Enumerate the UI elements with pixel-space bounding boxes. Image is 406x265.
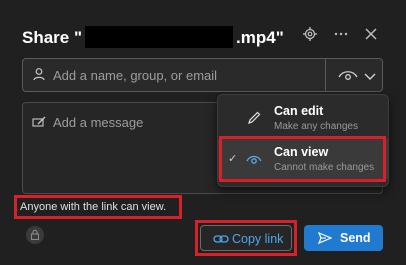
- link-settings-button[interactable]: [26, 226, 44, 244]
- send-button[interactable]: Send: [304, 225, 383, 251]
- title-prefix: Share ": [22, 28, 83, 47]
- menu-item-subtitle: Make any changes: [274, 121, 358, 132]
- redacted-filename: [85, 26, 234, 48]
- menu-item-can-edit[interactable]: Can edit Make any changes: [218, 98, 388, 138]
- message-placeholder: Add a message: [53, 115, 144, 130]
- more-icon[interactable]: [332, 26, 350, 44]
- people-input[interactable]: Add a name, group, or email: [22, 58, 383, 92]
- permission-dropdown-button[interactable]: [338, 68, 378, 84]
- close-icon[interactable]: [362, 26, 380, 44]
- eye-icon: [338, 71, 376, 80]
- send-label: Send: [340, 231, 371, 245]
- highlight-box-can-view: [219, 136, 386, 182]
- pencil-icon: [246, 110, 262, 131]
- share-dialog: Share " .mp4" Add a name, group, or email…: [0, 0, 406, 265]
- highlight-box-link-info: [14, 195, 182, 219]
- input-divider: [325, 59, 326, 91]
- title-suffix: .mp4": [236, 28, 284, 47]
- lock-icon: [30, 229, 40, 241]
- person-icon: [32, 67, 46, 86]
- pen-icon: [32, 115, 46, 134]
- dialog-title: Share " .mp4": [22, 26, 284, 48]
- highlight-box-copy-link: [195, 220, 297, 256]
- people-input-placeholder: Add a name, group, or email: [53, 68, 218, 83]
- gear-icon[interactable]: [301, 26, 319, 44]
- send-icon: [317, 231, 333, 248]
- menu-item-title: Can edit: [274, 104, 324, 118]
